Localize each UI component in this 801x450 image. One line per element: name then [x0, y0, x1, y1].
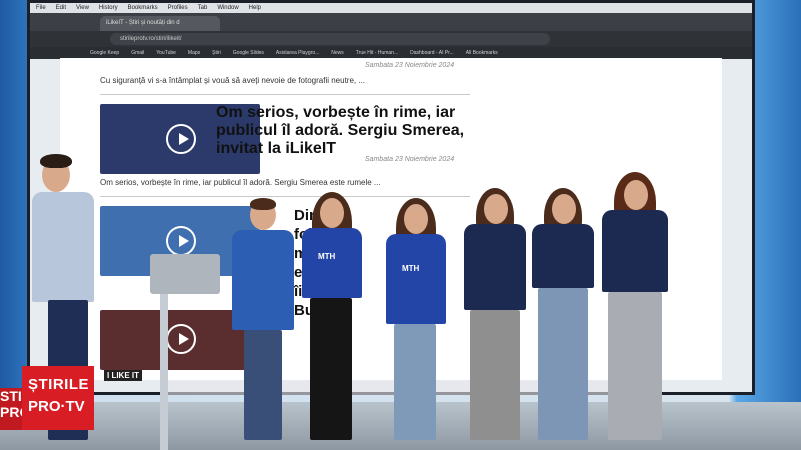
student: MTH	[384, 198, 450, 450]
lectern	[150, 254, 220, 294]
menu-item: Window	[217, 5, 239, 11]
polo-shirt	[532, 224, 594, 288]
play-icon	[166, 226, 196, 256]
bookmark: Google Slides	[232, 50, 264, 56]
shirt	[32, 192, 94, 302]
logo-edge: STIF PRO	[0, 388, 22, 430]
browser-tab: iLikeIT - Știri și noutăți din d	[100, 16, 220, 31]
bookmark: Știri	[212, 50, 221, 56]
bookmark: All Bookmarks	[465, 50, 498, 56]
bookmark: YouTube	[156, 50, 176, 56]
menu-item: Edit	[55, 5, 67, 11]
student	[530, 188, 598, 450]
shirt-logo: MTH	[402, 264, 420, 273]
hoodie	[232, 230, 294, 330]
jeans	[244, 330, 282, 440]
shirt-logo: MTH	[318, 252, 336, 261]
bookmark: Asistarea Playgro...	[275, 50, 320, 56]
channel-logo: STIF PRO ȘTIRILE PRO·TV	[0, 366, 94, 430]
bookmark: Maps	[187, 50, 201, 56]
article-lead: Cu siguranță vi s-a întâmplat și vouă să…	[100, 76, 366, 85]
mac-menubar: File Edit View History Bookmarks Profile…	[30, 3, 752, 13]
bookmark: True Hit - Human...	[355, 50, 399, 56]
article-date: Sambata 23 Noiembrie 2024	[365, 62, 455, 69]
menu-item: File	[36, 5, 46, 11]
hair	[250, 198, 276, 210]
head	[320, 198, 344, 228]
menu-item: Profiles	[167, 5, 188, 11]
logo-line1: ȘTIRILE	[28, 376, 90, 393]
play-icon	[166, 324, 196, 354]
jeans	[538, 288, 588, 440]
tshirt: MTH	[302, 228, 362, 298]
jeans	[394, 324, 436, 440]
divider	[100, 94, 470, 95]
browser-tabs: iLikeIT - Știri și noutăți din d	[30, 13, 752, 31]
article-lead: Om serios, vorbește în rime, iar publicu…	[100, 178, 381, 187]
bookmark: Dashboard - AI Pr...	[410, 50, 454, 56]
address-bar: stirileprotv.ro/stiri/ilikeit/	[30, 31, 752, 47]
trousers	[310, 298, 352, 440]
student: MTH	[298, 192, 368, 450]
head	[484, 194, 508, 224]
url-field: stirileprotv.ro/stiri/ilikeit/	[110, 33, 550, 45]
article-headline: Om serios, vorbește în rime, iar publicu…	[216, 104, 465, 157]
bookmark: Gmail	[131, 50, 145, 56]
trousers	[470, 310, 520, 440]
hair	[40, 154, 72, 168]
menu-item: Help	[248, 5, 261, 11]
menu-item: Tab	[197, 5, 208, 11]
play-icon	[166, 124, 196, 154]
menu-item: View	[76, 5, 89, 11]
student	[600, 172, 672, 450]
bookmark: News	[331, 50, 344, 56]
head	[552, 194, 576, 224]
menu-item: History	[98, 5, 118, 11]
bookmark: Google Keep	[90, 50, 120, 56]
logo-line2: PRO·TV	[28, 398, 85, 415]
head	[404, 204, 428, 234]
divider	[100, 196, 470, 197]
tshirt: MTH	[386, 234, 446, 324]
lectern-pole	[160, 294, 168, 450]
head	[624, 180, 648, 210]
student	[230, 198, 294, 450]
menu-item: Bookmarks	[127, 5, 158, 11]
polo-shirt	[464, 224, 526, 310]
trousers	[608, 292, 662, 440]
polo-shirt	[602, 210, 668, 292]
student	[462, 188, 530, 450]
